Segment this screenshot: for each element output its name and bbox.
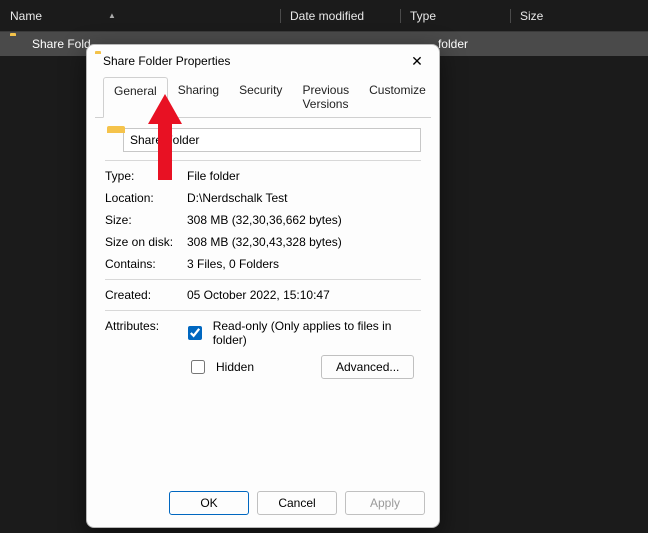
chevron-up-icon: ▲ [108, 11, 116, 20]
folder-icon [10, 36, 26, 52]
explorer-column-header: Name ▲ Date modified Type Size [0, 0, 648, 32]
file-type: folder [438, 37, 468, 51]
tab-previous-versions[interactable]: Previous Versions [292, 77, 359, 117]
divider [105, 310, 421, 311]
column-label: Size [520, 9, 543, 23]
label-sizeondisk: Size on disk: [105, 235, 187, 249]
hidden-label: Hidden [216, 360, 254, 374]
titlebar[interactable]: Share Folder Properties ✕ [87, 45, 439, 77]
label-type: Type: [105, 169, 187, 183]
label-location: Location: [105, 191, 187, 205]
column-label: Name [10, 9, 42, 23]
tab-label: Security [239, 83, 282, 97]
value-size: 308 MB (32,30,36,662 bytes) [187, 213, 421, 227]
divider [105, 160, 421, 161]
tab-general[interactable]: General [103, 77, 168, 118]
column-header-date[interactable]: Date modified [280, 3, 400, 29]
dialog-buttons: OK Cancel Apply [87, 481, 439, 527]
value-type: File folder [187, 169, 421, 183]
label-attributes: Attributes: [105, 319, 184, 347]
column-label: Date modified [290, 9, 364, 23]
cancel-button[interactable]: Cancel [257, 491, 337, 515]
label-contains: Contains: [105, 257, 187, 271]
value-sizeondisk: 308 MB (32,30,43,328 bytes) [187, 235, 421, 249]
tab-label: Previous Versions [302, 83, 349, 111]
dialog-title: Share Folder Properties [103, 54, 403, 68]
value-location: D:\Nerdschalk Test [187, 191, 421, 205]
tab-sharing[interactable]: Sharing [168, 77, 229, 117]
tab-security[interactable]: Security [229, 77, 292, 117]
tab-label: Sharing [178, 83, 219, 97]
column-header-name[interactable]: Name ▲ [0, 3, 280, 29]
column-label: Type [410, 9, 436, 23]
tab-label: Customize [369, 83, 426, 97]
column-header-size[interactable]: Size [510, 3, 648, 29]
file-name: Share Fold [32, 37, 91, 51]
label-created: Created: [105, 288, 187, 302]
folder-icon [105, 133, 111, 147]
folder-icon [95, 54, 103, 68]
column-header-type[interactable]: Type [400, 3, 510, 29]
value-created: 05 October 2022, 15:10:47 [187, 288, 421, 302]
hidden-checkbox[interactable] [191, 360, 205, 374]
divider [105, 279, 421, 280]
readonly-label: Read-only (Only applies to files in fold… [213, 319, 421, 347]
ok-button[interactable]: OK [169, 491, 249, 515]
readonly-checkbox[interactable] [188, 326, 202, 340]
value-contains: 3 Files, 0 Folders [187, 257, 421, 271]
tab-label: General [114, 84, 157, 98]
tab-panel-general: Type:File folder Location:D:\Nerdschalk … [87, 118, 439, 481]
advanced-button[interactable]: Advanced... [321, 355, 414, 379]
tab-strip: General Sharing Security Previous Versio… [95, 77, 431, 118]
properties-dialog: Share Folder Properties ✕ General Sharin… [86, 44, 440, 528]
tab-customize[interactable]: Customize [359, 77, 436, 117]
label-size: Size: [105, 213, 187, 227]
folder-name-input[interactable] [123, 128, 421, 152]
close-icon[interactable]: ✕ [403, 53, 431, 70]
apply-button[interactable]: Apply [345, 491, 425, 515]
